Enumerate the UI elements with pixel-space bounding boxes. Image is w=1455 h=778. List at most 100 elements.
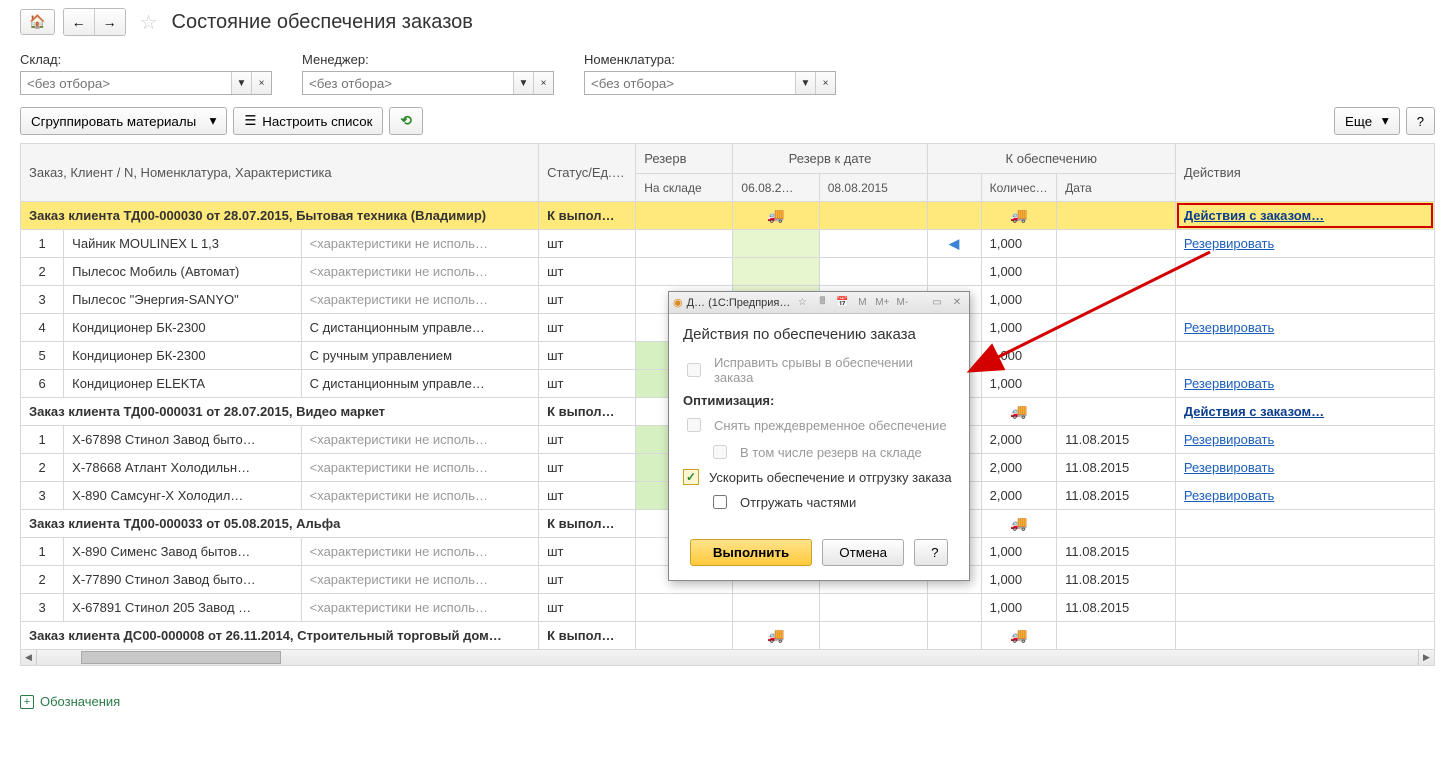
qty-cell: 1,000 <box>981 258 1057 286</box>
manager-filter-dropdown[interactable]: ▼ <box>513 72 533 94</box>
speed-up-label: Ускорить обеспечение и отгрузку заказа <box>709 470 952 485</box>
order-actions-link[interactable]: Действия с заказом… <box>1184 404 1324 419</box>
status-cell: К выпол… <box>539 202 636 230</box>
warehouse-filter-input[interactable] <box>21 72 231 94</box>
forward-button[interactable]: → <box>95 9 125 35</box>
col-in-stock: На складе <box>636 174 733 202</box>
nomenclature-cell: Кондиционер БК-2300 <box>64 342 301 370</box>
group-materials-button[interactable]: Сгруппировать материалы ▾ <box>20 107 227 135</box>
characteristic-cell: <характеристики не исполь… <box>301 426 538 454</box>
date-cell: 11.08.2015 <box>1057 538 1176 566</box>
home-button[interactable]: 🏠 <box>20 9 55 35</box>
horizontal-scrollbar[interactable]: ◀ ▶ <box>20 650 1435 666</box>
app-icon: ◉ <box>673 296 683 309</box>
back-button[interactable]: ← <box>64 9 95 35</box>
characteristic-cell: <характеристики не исполь… <box>301 538 538 566</box>
favorite-star-icon[interactable]: ☆ <box>140 10 158 35</box>
more-button[interactable]: Еще ▾ <box>1334 107 1400 135</box>
unit-cell: шт <box>539 314 636 342</box>
fix-breaks-label: Исправить срывы в обеспечении заказа <box>714 355 955 385</box>
nomenclature-cell: Х-67891 Стинол 205 Завод … <box>64 594 301 622</box>
dialog-help-button[interactable]: ? <box>914 539 948 566</box>
characteristic-cell: <характеристики не исполь… <box>301 230 538 258</box>
table-row[interactable]: 2Пылесос Мобиль (Автомат)<характеристики… <box>21 258 1435 286</box>
cancel-button[interactable]: Отмена <box>822 539 904 566</box>
scroll-right-button[interactable]: ▶ <box>1418 650 1434 665</box>
row-number: 3 <box>21 286 64 314</box>
remove-early-label: Снять преждевременное обеспечение <box>714 418 947 433</box>
dialog-window-title: Д… (1С:Предприя… <box>687 297 791 309</box>
manager-filter-input[interactable] <box>303 72 513 94</box>
reserve-link[interactable]: Резервировать <box>1184 320 1274 335</box>
characteristic-cell: С дистанционным управле… <box>301 370 538 398</box>
nomenclature-cell: Х-77890 Стинол Завод быто… <box>64 566 301 594</box>
row-number: 1 <box>21 538 64 566</box>
warehouse-filter-clear[interactable]: × <box>251 72 271 94</box>
order-actions-link[interactable]: Действия с заказом… <box>1184 208 1324 223</box>
row-number: 6 <box>21 370 64 398</box>
scroll-left-button[interactable]: ◀ <box>21 650 37 665</box>
row-number: 4 <box>21 314 64 342</box>
manager-filter-clear[interactable]: × <box>533 72 553 94</box>
table-row[interactable]: 1Чайник MOULINEX L 1,3<характеристики не… <box>21 230 1435 258</box>
characteristic-cell: <характеристики не исполь… <box>301 454 538 482</box>
qty-cell: 2,000 <box>981 454 1057 482</box>
nomenclature-cell: Чайник MOULINEX L 1,3 <box>64 230 301 258</box>
unit-cell: шт <box>539 594 636 622</box>
ship-parts-checkbox[interactable] <box>713 495 727 509</box>
ship-parts-label: Отгружать частями <box>740 495 856 510</box>
reserve-link[interactable]: Резервировать <box>1184 432 1274 447</box>
nomenclature-cell: Х-78668 Атлант Холодильн… <box>64 454 301 482</box>
nomenclature-cell: Х-890 Самсунг-Х Холодил… <box>64 482 301 510</box>
warehouse-filter-dropdown[interactable]: ▼ <box>231 72 251 94</box>
unit-cell: шт <box>539 482 636 510</box>
row-number: 2 <box>21 454 64 482</box>
reserve-link[interactable]: Резервировать <box>1184 488 1274 503</box>
qty-cell: 1,000 <box>981 342 1057 370</box>
expand-legend-icon[interactable]: + <box>20 695 34 709</box>
dlg-calc-icon[interactable]: 🖩 <box>814 295 830 311</box>
reserve-link[interactable]: Резервировать <box>1184 376 1274 391</box>
execute-button[interactable]: Выполнить <box>690 539 812 566</box>
table-row[interactable]: Заказ клиента ДС00-000008 от 26.11.2014,… <box>21 622 1435 650</box>
refresh-button[interactable]: ⟲ <box>389 107 422 135</box>
configure-list-button[interactable]: ☰ Настроить список <box>233 107 383 135</box>
reserve-link[interactable]: Резервировать <box>1184 460 1274 475</box>
truck-icon: 🚚 <box>1010 627 1027 643</box>
nomenclature-filter-clear[interactable]: × <box>815 72 835 94</box>
order-actions-dialog: ◉ Д… (1С:Предприя… ☆ 🖩 📅 M M+ M- ▭ ✕ Дей… <box>668 291 970 581</box>
help-button[interactable]: ? <box>1406 107 1435 135</box>
unit-cell: шт <box>539 230 636 258</box>
table-row[interactable]: Заказ клиента ТД00-000030 от 28.07.2015,… <box>21 202 1435 230</box>
optimization-label: Оптимизация: <box>683 393 955 408</box>
dlg-star-icon[interactable]: ☆ <box>794 295 810 311</box>
nomenclature-filter-dropdown[interactable]: ▼ <box>795 72 815 94</box>
date-cell: 11.08.2015 <box>1057 566 1176 594</box>
reserve-link[interactable]: Резервировать <box>1184 236 1274 251</box>
nomenclature-cell: Х-67898 Стинол Завод быто… <box>64 426 301 454</box>
dlg-cal-icon[interactable]: 📅 <box>834 295 850 311</box>
dlg-close-button[interactable]: ✕ <box>949 295 965 311</box>
speed-up-checkbox[interactable]: ✓ <box>683 469 699 485</box>
nomenclature-cell: Пылесос "Энергия-SANYO" <box>64 286 301 314</box>
unit-cell: шт <box>539 258 636 286</box>
date-cell <box>1057 342 1176 370</box>
nomenclature-filter-input[interactable] <box>585 72 795 94</box>
dlg-minimize-button[interactable]: ▭ <box>929 295 945 311</box>
mplus-icon[interactable]: M+ <box>874 295 890 311</box>
row-number: 3 <box>21 594 64 622</box>
col-arrow <box>927 174 981 202</box>
m-icon[interactable]: M <box>854 295 870 311</box>
unit-cell: шт <box>539 566 636 594</box>
truck-icon: 🚚 <box>1010 403 1027 419</box>
warehouse-filter-label: Склад: <box>20 52 272 67</box>
characteristic-cell: <характеристики не исполь… <box>301 258 538 286</box>
table-row[interactable]: 3Х-67891 Стинол 205 Завод …<характеристи… <box>21 594 1435 622</box>
legend-label: Обозначения <box>40 694 120 709</box>
mminus-icon[interactable]: M- <box>894 295 910 311</box>
truck-icon: 🚚 <box>1010 515 1027 531</box>
col-status: Статус/Ед.изм. <box>539 144 636 202</box>
scroll-thumb[interactable] <box>81 651 281 664</box>
qty-cell: 1,000 <box>981 286 1057 314</box>
nomenclature-filter-label: Номенклатура: <box>584 52 836 67</box>
